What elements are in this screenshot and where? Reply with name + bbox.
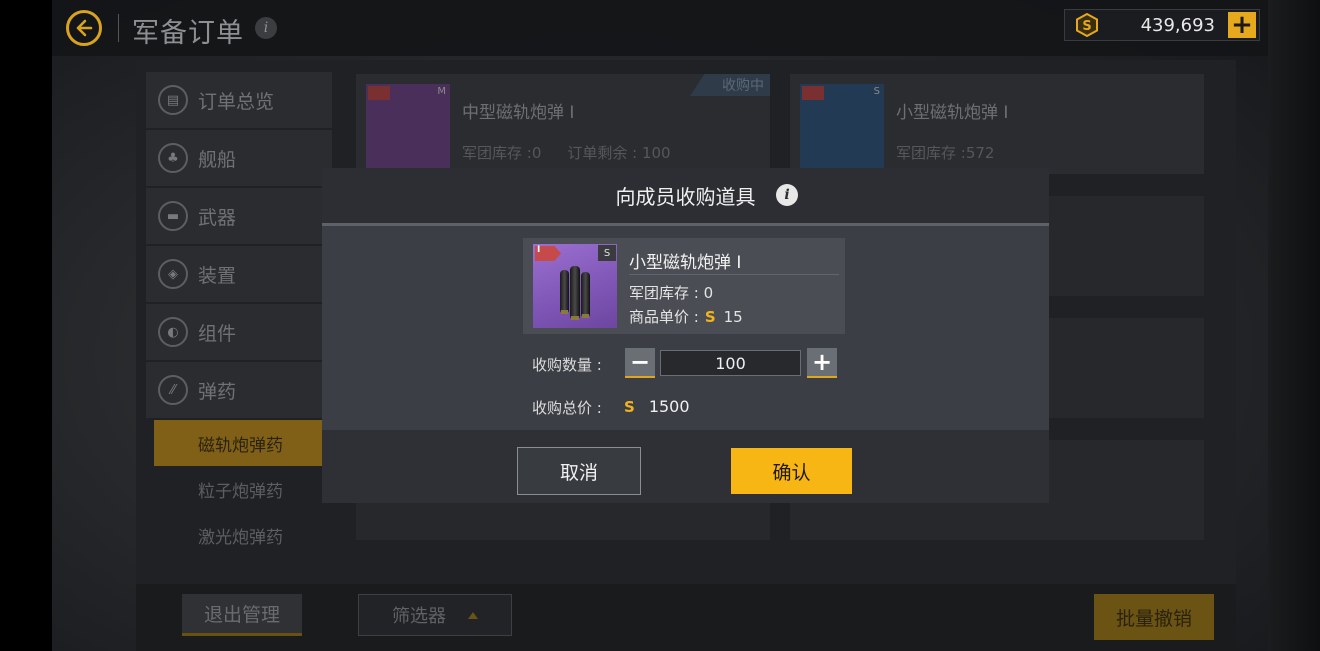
dialog-footer: 取消 确认 [322,430,1049,503]
sidebar-item-components[interactable]: ◐ 组件 [146,304,332,360]
sidebar-item-label: 舰船 [198,148,237,171]
card-stock: 军团库存 :572 [896,144,995,162]
card-name: 小型磁轨炮弹 I [896,103,1009,123]
title-divider [118,14,119,42]
top-bar: 军备订单 i S 439,693 + [52,0,1268,56]
coin-icon: S [704,307,716,326]
dialog-header: 向成员收购道具 i [322,168,1049,226]
svg-text:S: S [1082,19,1091,34]
sidebar-item-overview[interactable]: ▤ 订单总览 [146,72,332,128]
total-price-label: 收购总价 : [532,399,602,417]
card-meta: 军团库存 :0 订单剩余 : 100 [462,142,671,163]
tier-badge [368,86,390,100]
quantity-label: 收购数量 : [532,356,602,374]
sidebar-item-devices[interactable]: ◈ 装置 [146,246,332,302]
triangle-up-icon [468,611,478,619]
item-stock: 军团库存 : 0 [629,284,714,302]
item-thumbnail: S [800,84,884,168]
sidebar-item-label: 组件 [198,322,237,345]
sidebar-item-label: 弹药 [198,380,237,403]
info-icon[interactable]: i [776,184,798,206]
increase-quantity-button[interactable]: + [807,348,837,378]
device-icon: ◈ [158,259,188,289]
card-remaining: 订单剩余 : 100 [567,144,671,162]
currency-display: S 439,693 + [1064,9,1260,41]
card-meta: 军团库存 :572 [896,142,994,163]
size-label: S [873,86,880,97]
total-price-value: 1500 [648,397,690,416]
sidebar-item-ammo[interactable]: ⁄⁄ 弹药 [146,362,332,418]
unit-price-value: 15 [723,307,743,326]
ship-icon: ♣ [158,143,188,173]
coin-icon: S [1076,13,1098,37]
railgun-shell-icon [560,266,590,320]
item-name: 小型磁轨炮弹 I [629,253,742,273]
batch-cancel-button[interactable]: 批量撤销 [1094,594,1214,640]
ammo-icon: ⁄⁄ [158,375,188,405]
unit-price-label: 商品单价 : [629,308,699,326]
letterbox-right [1268,0,1320,651]
sidebar-item-weapons[interactable]: ▬ 武器 [146,188,332,244]
item-unit-price: 商品单价 : S 15 [629,306,743,327]
arrow-left-icon [76,19,93,37]
dialog-title: 向成员收购道具 [615,185,756,209]
sidebar-item-label: 装置 [198,264,237,287]
card-stock: 军团库存 :0 [462,144,542,162]
total-price: S 1500 [624,397,690,416]
item-summary: I S 小型磁轨炮弹 I 军团库存 : 0 商品单价: S 15 [523,238,845,334]
tier-badge [802,86,824,100]
add-coins-button[interactable]: + [1228,12,1256,38]
sidebar-item-label: 武器 [198,206,237,229]
quantity-input[interactable] [660,350,801,376]
decrease-quantity-button[interactable]: − [625,348,655,378]
buying-badge: 收购中 [690,74,770,96]
sidebar: ▤ 订单总览 ♣ 舰船 ▬ 武器 ◈ 装置 ◐ 组件 ⁄⁄ 弹药 磁轨炮弹药 粒… [146,72,332,558]
coin-icon: S [624,397,635,416]
item-thumbnail: M [366,84,450,168]
subitem-laser-ammo[interactable]: 激光炮弹药 [146,512,332,558]
clipboard-icon: ▤ [158,85,188,115]
order-card[interactable]: M 中型磁轨炮弹 I 军团库存 :0 订单剩余 : 100 收购中 [356,74,770,174]
back-button[interactable] [66,10,102,46]
cancel-button[interactable]: 取消 [517,447,641,495]
bottom-bar: 退出管理 筛选器 批量撤销 [136,584,1236,651]
page-title: 军备订单 [132,18,244,49]
subitem-particle-ammo[interactable]: 粒子炮弹药 [146,466,332,512]
coin-balance: 439,693 [1140,15,1215,36]
component-icon: ◐ [158,317,188,347]
divider [629,274,839,275]
purchase-dialog: 向成员收购道具 i I S 小型磁轨炮弹 I 军团库存: 0 商品单价: S… [322,168,1049,503]
sidebar-item-label: 订单总览 [198,90,275,113]
card-name: 中型磁轨炮弹 I [462,103,575,123]
filter-button[interactable]: 筛选器 [358,594,512,636]
confirm-button[interactable]: 确认 [731,448,852,494]
filter-label: 筛选器 [392,606,446,627]
subitem-railgun-ammo[interactable]: 磁轨炮弹药 [154,420,332,466]
exit-management-button[interactable]: 退出管理 [182,594,302,636]
order-card[interactable]: S 小型磁轨炮弹 I 军团库存 :572 [790,74,1204,174]
size-label: M [437,86,446,97]
item-thumbnail: I S [533,244,617,328]
letterbox-left [0,0,52,651]
info-icon[interactable]: i [255,17,277,39]
sidebar-item-ships[interactable]: ♣ 舰船 [146,130,332,186]
gun-icon: ▬ [158,201,188,231]
